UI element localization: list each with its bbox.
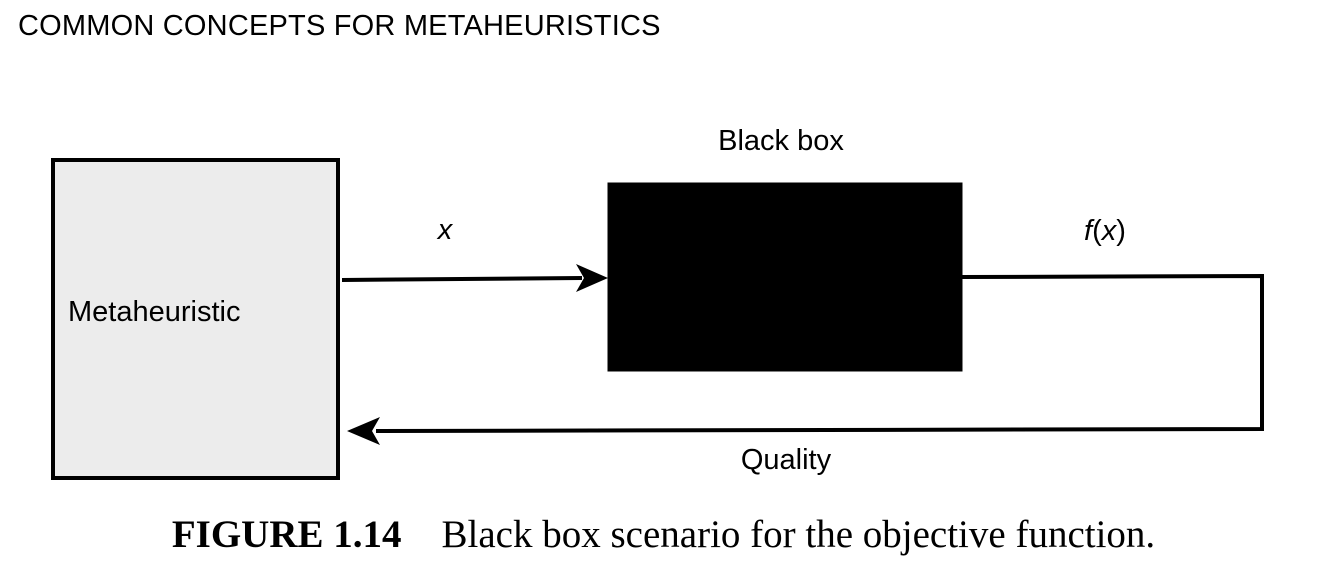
input-arrow-line [341,276,583,282]
output-label: f(x) [1084,215,1126,247]
figure-caption: FIGURE 1.14 Black box scenario for the ob… [0,512,1327,557]
black-box-label: Black box [718,125,844,157]
feedback-label: Quality [741,444,832,476]
metaheuristic-label: Metaheuristic [68,296,240,328]
feedback-arrow-head [347,417,380,445]
output-label-close-paren: ) [1116,215,1126,247]
output-label-variable: x [1100,215,1118,247]
black-box-diagram: Metaheuristic Black box x f(x) Quality [51,125,1264,480]
caption-text: Black box scenario for the objective fun… [441,513,1156,556]
output-label-open-paren: ( [1092,215,1102,247]
input-label: x [436,214,454,246]
black-box [607,182,963,372]
figure-number: FIGURE 1.14 [171,513,402,556]
